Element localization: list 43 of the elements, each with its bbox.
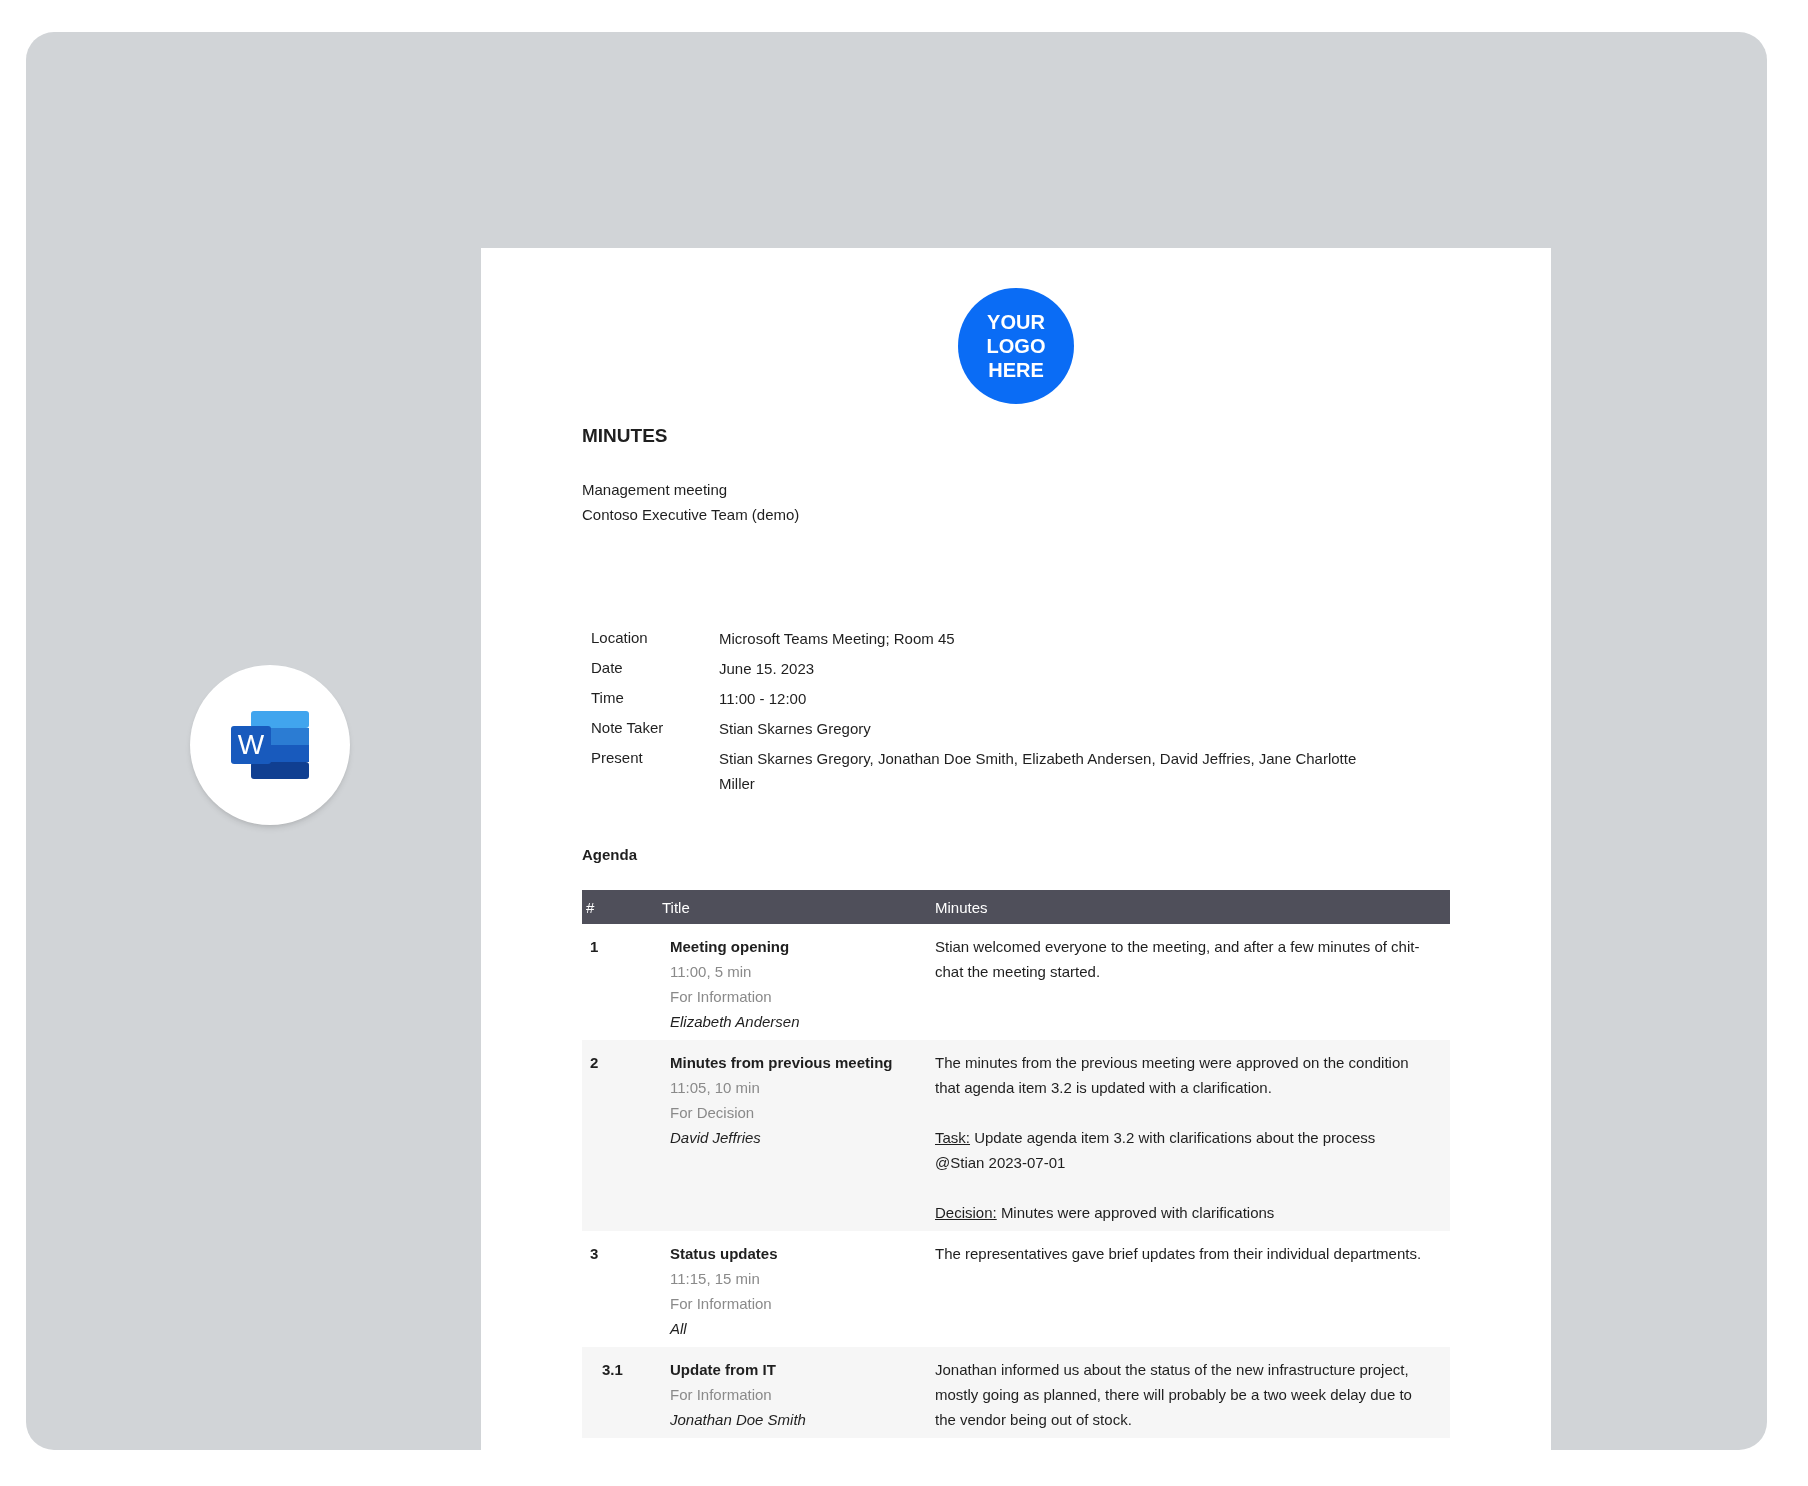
minutes-text: The representatives gave brief updates from their individual departments.	[935, 1244, 1423, 1264]
item-presenter: Jonathan Doe Smith	[670, 1410, 806, 1430]
minutes-text: Decision: Minutes were approved with clarifications	[935, 1203, 1276, 1223]
detail-label: Note Taker	[591, 717, 665, 738]
detail-label: Time	[591, 687, 625, 708]
item-title: Status updates	[670, 1244, 778, 1264]
column-header: Title	[662, 897, 691, 918]
item-type: For Decision	[670, 1103, 755, 1123]
detail-label: Date	[591, 657, 624, 678]
item-type: For Information	[670, 1294, 772, 1314]
item-type: For Information	[670, 1385, 772, 1405]
agenda-heading: Agenda	[582, 844, 638, 865]
item-number: 3	[590, 1245, 599, 1262]
item-time: 11:15, 15 min	[670, 1269, 760, 1289]
minutes-text: Task: Update agenda item 3.2 with clarifications about the process @Stian 2023-07-01	[935, 1128, 1377, 1173]
minutes-text: The minutes from the previous meeting were approved on the condition that agenda item 3.2 is updated with a clarification.	[935, 1053, 1410, 1098]
item-presenter: David Jeffries	[670, 1128, 761, 1148]
minutes-text: Stian welcomed everyone to the meeting, and after a few minutes of chit-chat the meeting started.	[935, 937, 1421, 982]
logo-text: YOUR LOGO HERE	[986, 310, 1046, 382]
item-number: 1	[590, 938, 599, 955]
item-title: Meeting opening	[670, 937, 790, 957]
detail-label: Location	[591, 627, 649, 648]
detail-value: June 15. 2023	[719, 658, 816, 679]
detail-label: Present	[591, 747, 644, 768]
item-title: Update from IT	[670, 1360, 776, 1380]
item-presenter: Elizabeth Andersen	[670, 1012, 800, 1032]
subtitle-line: Contoso Executive Team (demo)	[582, 504, 801, 525]
detail-value: Stian Skarnes Gregory, Jonathan Doe Smith, Elizabeth Andersen, David Jeffries, Jane Charlotte Miller	[719, 748, 1358, 794]
column-header: #	[585, 897, 596, 918]
item-presenter: All	[670, 1319, 687, 1339]
item-time: 11:05, 10 min	[670, 1078, 760, 1098]
item-number: 2	[590, 1054, 599, 1071]
item-time: 11:00, 5 min	[670, 962, 752, 982]
subtitle-line: Management meeting	[582, 479, 729, 500]
item-type: For Information	[670, 987, 772, 1007]
detail-value: 11:00 - 12:00	[719, 688, 808, 709]
column-header: Minutes	[935, 897, 989, 918]
item-number: 3.1	[602, 1361, 623, 1378]
detail-value: Microsoft Teams Meeting; Room 45	[719, 628, 956, 649]
minutes-text: Jonathan informed us about the status of the new infrastructure project, mostly going as planned, there will probably be a two week delay due to the vendor being out of stock.	[935, 1360, 1413, 1430]
detail-value: Stian Skarnes Gregory	[719, 718, 872, 739]
item-title: Minutes from previous meeting	[670, 1053, 893, 1073]
document-title: MINUTES	[582, 424, 669, 448]
